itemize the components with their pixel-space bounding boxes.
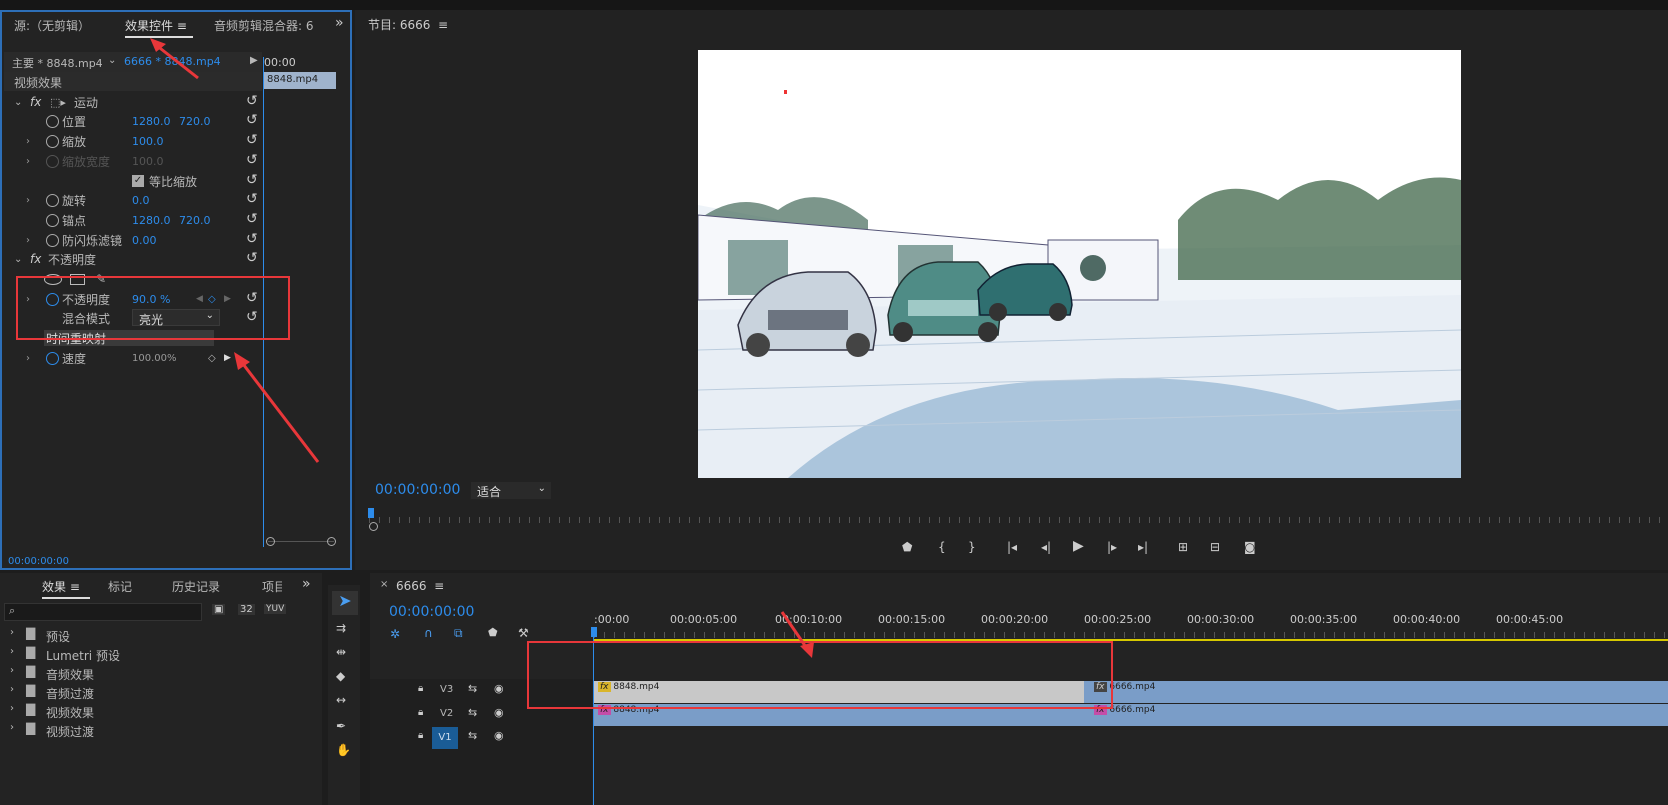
- arrow-head-icon: [800, 642, 814, 658]
- arrow-head-icon: [234, 352, 250, 370]
- annotation-arrows: [150, 38, 814, 658]
